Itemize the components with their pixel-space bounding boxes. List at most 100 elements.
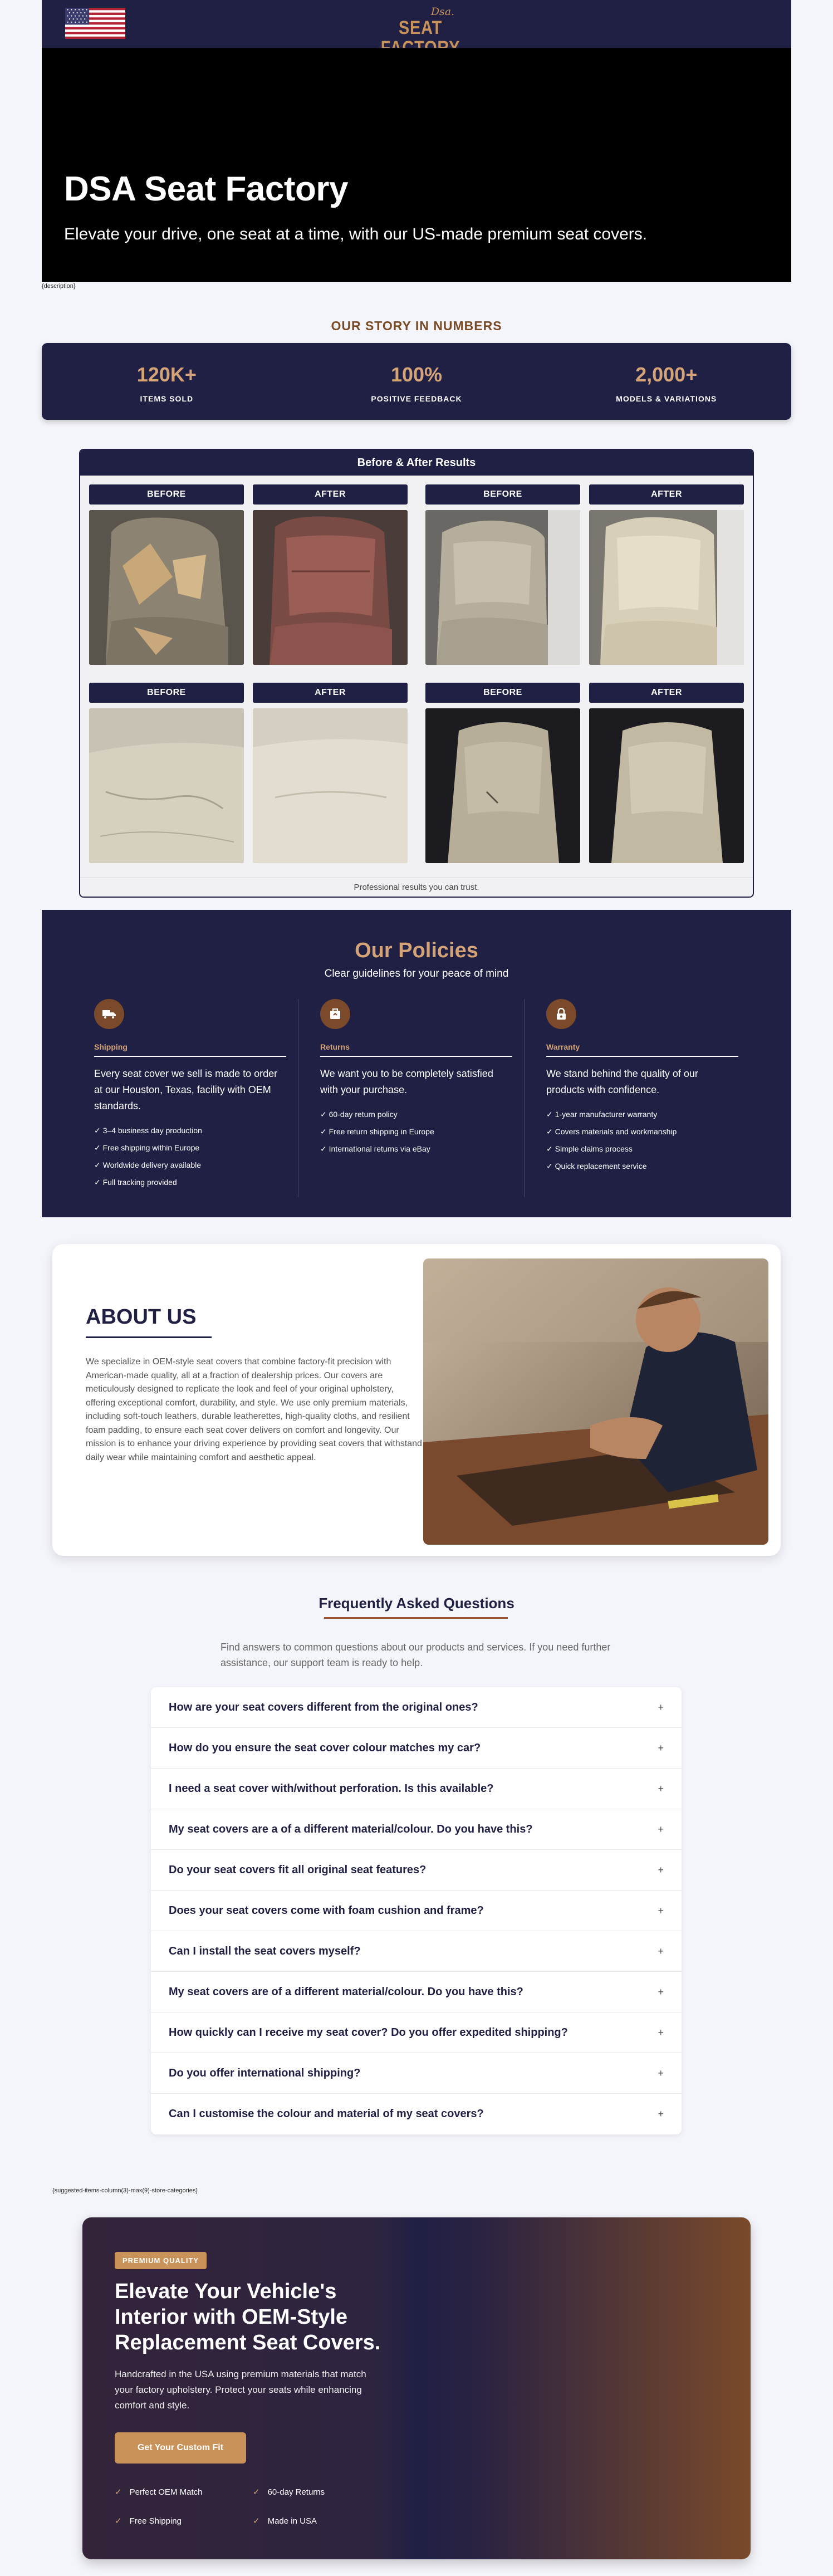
policy-text: We stand behind the quality of our produ… bbox=[546, 1068, 698, 1095]
cta-banner: PREMIUM QUALITY Elevate Your Vehicle's I… bbox=[82, 2217, 751, 2559]
after-label: AFTER bbox=[253, 683, 408, 703]
premium-badge: PREMIUM QUALITY bbox=[115, 2252, 207, 2269]
feature-label: Perfect OEM Match bbox=[129, 2487, 203, 2497]
faq-item[interactable]: My seat covers are of a different materi… bbox=[151, 1972, 682, 2012]
story-heading: OUR STORY IN NUMBERS bbox=[331, 319, 502, 333]
gallery-card: BEFORE bbox=[89, 683, 244, 863]
policy-list: 60-day return policy Free return shippin… bbox=[320, 1106, 512, 1158]
faq-question: My seat covers are a of a different mate… bbox=[169, 1823, 533, 1835]
check-icon: ✓ bbox=[115, 2487, 122, 2497]
after-label: AFTER bbox=[253, 484, 408, 505]
feature-label: Made in USA bbox=[267, 2516, 317, 2526]
faq-item[interactable]: How quickly can I receive my seat cover?… bbox=[151, 2012, 682, 2053]
site-header: Dsa. SEAT FACTORY bbox=[42, 0, 791, 58]
after-label: AFTER bbox=[589, 683, 744, 703]
faq-underline bbox=[324, 1617, 508, 1619]
expand-icon[interactable]: + bbox=[658, 1783, 664, 1795]
before-seat-image[interactable] bbox=[425, 510, 580, 665]
faq-item[interactable]: Does your seat covers come with foam cus… bbox=[151, 1891, 682, 1931]
faq-item[interactable]: Do your seat covers fit all original sea… bbox=[151, 1850, 682, 1891]
expand-icon[interactable]: + bbox=[658, 1824, 664, 1835]
gallery-card: BEFORE bbox=[425, 683, 580, 863]
before-seat-image[interactable] bbox=[425, 708, 580, 863]
feature-item: ✓ Free Shipping bbox=[115, 2516, 182, 2526]
after-seat-image[interactable] bbox=[253, 708, 408, 863]
before-after-gallery: Before & After Results BEFORE AFTER BEFO… bbox=[79, 449, 754, 898]
stat-value: 2,000+ bbox=[635, 363, 698, 386]
policy-list: 3–4 business day production Free shippin… bbox=[94, 1122, 286, 1191]
gallery-title: Before & After Results bbox=[80, 450, 753, 476]
expand-icon[interactable]: + bbox=[658, 1742, 664, 1754]
hero-title: DSA Seat Factory bbox=[64, 170, 348, 208]
policy-text: We want you to be completely satisfied w… bbox=[320, 1068, 493, 1095]
faq-question: I need a seat cover with/without perfora… bbox=[169, 1782, 494, 1795]
faq-question: Do you offer international shipping? bbox=[169, 2066, 361, 2079]
expand-icon[interactable]: + bbox=[658, 1946, 664, 1957]
cta-title: Elevate Your Vehicle's Interior with OEM… bbox=[115, 2280, 381, 2354]
faq-question: Do your seat covers fit all original sea… bbox=[169, 1863, 427, 1876]
faq-item[interactable]: My seat covers are a of a different mate… bbox=[151, 1809, 682, 1850]
expand-icon[interactable]: + bbox=[658, 2108, 664, 2120]
column-divider bbox=[524, 999, 525, 1197]
list-item: Free return shipping in Europe bbox=[320, 1123, 512, 1140]
us-flag-icon[interactable] bbox=[65, 8, 125, 39]
list-item: Quick replacement service bbox=[546, 1158, 738, 1175]
after-seat-image[interactable] bbox=[589, 510, 744, 665]
list-item: Full tracking provided bbox=[94, 1174, 286, 1191]
faq-question: My seat covers are of a different materi… bbox=[169, 1985, 523, 1998]
gallery-footer: Professional results you can trust. bbox=[80, 878, 753, 897]
faq-accordion: How are your seat covers different from … bbox=[151, 1687, 682, 2134]
faq-item[interactable]: Do you offer international shipping? + bbox=[151, 2053, 682, 2094]
hero-subtitle: Elevate your drive, one seat at a time, … bbox=[64, 225, 648, 243]
before-label: BEFORE bbox=[425, 683, 580, 703]
faq-intro: Find answers to common questions about o… bbox=[220, 1642, 611, 1668]
before-seat-image[interactable] bbox=[89, 708, 244, 863]
gallery-card: BEFORE bbox=[89, 484, 244, 665]
list-item: 60-day return policy bbox=[320, 1106, 512, 1123]
expand-icon[interactable]: + bbox=[658, 2027, 664, 2039]
stat-models: 2,000+ MODELS & VARIATIONS bbox=[541, 343, 791, 420]
feature-item: ✓ Made in USA bbox=[253, 2516, 317, 2526]
before-label: BEFORE bbox=[425, 484, 580, 505]
faq-question: How quickly can I receive my seat cover?… bbox=[169, 2026, 568, 2039]
stat-label: POSITIVE FEEDBACK bbox=[371, 394, 462, 403]
faq-question: How are your seat covers different from … bbox=[169, 1701, 478, 1713]
logo-dsa-text: Dsa. bbox=[430, 6, 455, 18]
list-item: Covers materials and workmanship bbox=[546, 1123, 738, 1140]
expand-icon[interactable]: + bbox=[658, 1864, 664, 1876]
truck-icon bbox=[94, 999, 124, 1029]
craftsman-photo bbox=[423, 1258, 768, 1545]
gallery-card: AFTER bbox=[253, 683, 408, 863]
faq-item[interactable]: How do you ensure the seat cover colour … bbox=[151, 1728, 682, 1769]
policy-name: Shipping bbox=[94, 1042, 286, 1057]
policy-shipping: Shipping Every seat cover we sell is mad… bbox=[94, 999, 286, 1191]
after-seat-image[interactable] bbox=[253, 510, 408, 665]
expand-icon[interactable]: + bbox=[658, 1905, 664, 1917]
list-item: Worldwide delivery available bbox=[94, 1157, 286, 1174]
faq-item[interactable]: I need a seat cover with/without perfora… bbox=[151, 1769, 682, 1809]
faq-question: Does your seat covers come with foam cus… bbox=[169, 1904, 484, 1917]
expand-icon[interactable]: + bbox=[658, 1986, 664, 1998]
policy-returns: Returns We want you to be completely sat… bbox=[320, 999, 512, 1158]
feature-label: Free Shipping bbox=[129, 2516, 182, 2526]
gallery-card: BEFORE bbox=[425, 484, 580, 665]
site-logo[interactable]: Dsa. SEAT FACTORY bbox=[365, 6, 476, 58]
faq-item[interactable]: Can I customise the colour and material … bbox=[151, 2094, 682, 2134]
stat-label: ITEMS SOLD bbox=[140, 394, 194, 403]
after-label: AFTER bbox=[589, 484, 744, 505]
about-text: We specialize in OEM-style seat covers t… bbox=[86, 1357, 422, 1462]
faq-question: Can I install the seat covers myself? bbox=[169, 1945, 361, 1957]
before-seat-image[interactable] bbox=[89, 510, 244, 665]
custom-fit-button[interactable]: Get Your Custom Fit bbox=[115, 2432, 246, 2464]
faq-item[interactable]: Can I install the seat covers myself? + bbox=[151, 1931, 682, 1972]
policy-name: Returns bbox=[320, 1042, 512, 1057]
expand-icon[interactable]: + bbox=[658, 1702, 664, 1713]
hero-banner: DSA Seat Factory Elevate your drive, one… bbox=[42, 48, 791, 282]
list-item: International returns via eBay bbox=[320, 1140, 512, 1158]
list-item: 1-year manufacturer warranty bbox=[546, 1106, 738, 1123]
faq-item[interactable]: How are your seat covers different from … bbox=[151, 1687, 682, 1728]
gallery-card: AFTER bbox=[589, 484, 744, 665]
expand-icon[interactable]: + bbox=[658, 2068, 664, 2079]
after-seat-image[interactable] bbox=[589, 708, 744, 863]
list-item: 3–4 business day production bbox=[94, 1122, 286, 1139]
